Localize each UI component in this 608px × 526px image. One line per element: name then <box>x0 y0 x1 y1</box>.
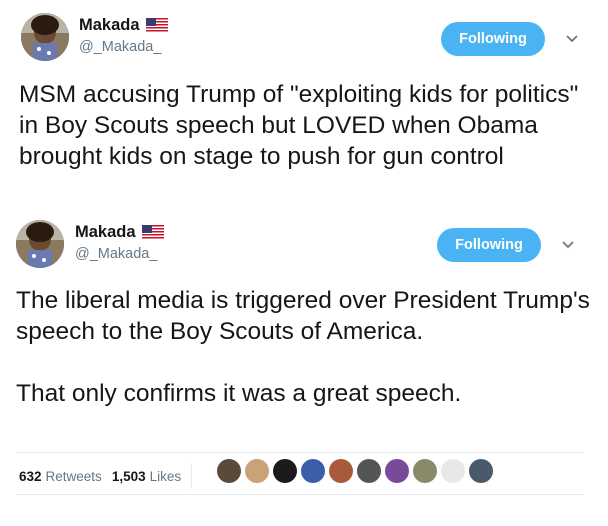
liker-avatar[interactable] <box>273 459 297 483</box>
liker-avatars <box>217 459 497 483</box>
liker-avatar[interactable] <box>469 459 493 483</box>
handle[interactable]: @_Makada_ <box>75 246 164 262</box>
stats-separator <box>191 463 193 489</box>
likes-label: Likes <box>149 468 182 484</box>
us-flag-icon <box>141 225 164 240</box>
following-button[interactable]: Following <box>437 228 541 262</box>
retweets-count: 632 <box>19 468 42 484</box>
display-name[interactable]: Makada <box>75 223 136 242</box>
tweet-stats: 632 Retweets 1,503 Likes <box>19 463 202 489</box>
liker-avatar[interactable] <box>413 459 437 483</box>
avatar[interactable] <box>16 220 64 268</box>
likes-count: 1,503 <box>111 468 146 484</box>
liker-avatar[interactable] <box>357 459 381 483</box>
chevron-down-icon[interactable] <box>561 240 575 250</box>
likes-stat[interactable]: 1,503 Likes <box>112 469 181 484</box>
tweet-2: Makada @_Makada_ Following The liberal m… <box>0 0 608 495</box>
liker-avatar[interactable] <box>217 459 241 483</box>
tweet-text: The liberal media is triggered over Pres… <box>16 287 590 407</box>
retweets-label: Retweets <box>45 468 102 484</box>
liker-avatar[interactable] <box>301 459 325 483</box>
retweets-stat[interactable]: 632 Retweets <box>19 469 102 484</box>
liker-avatar[interactable] <box>245 459 269 483</box>
liker-avatar[interactable] <box>441 459 465 483</box>
divider <box>16 452 584 453</box>
liker-avatar[interactable] <box>385 459 409 483</box>
user-info[interactable]: Makada @_Makada_ <box>75 223 164 262</box>
divider <box>16 494 584 495</box>
liker-avatar[interactable] <box>329 459 353 483</box>
